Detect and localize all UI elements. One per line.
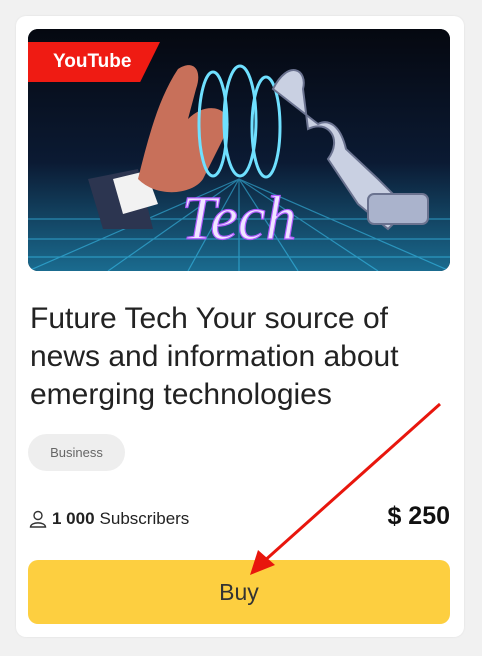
subscribers-info: 1 000 Subscribers [28,507,189,531]
subscribers-label: Subscribers [99,509,190,528]
channel-title[interactable]: Future Tech Your source of news and info… [30,300,460,414]
price: $ 250 [387,502,450,530]
user-icon [29,510,47,528]
subscribers-count: 1 000 [52,509,95,528]
category-tag[interactable]: Business [28,434,125,471]
thumbnail-text: Tech [182,185,297,253]
buy-button[interactable]: Buy [28,560,450,624]
platform-badge: YouTube [28,42,160,82]
